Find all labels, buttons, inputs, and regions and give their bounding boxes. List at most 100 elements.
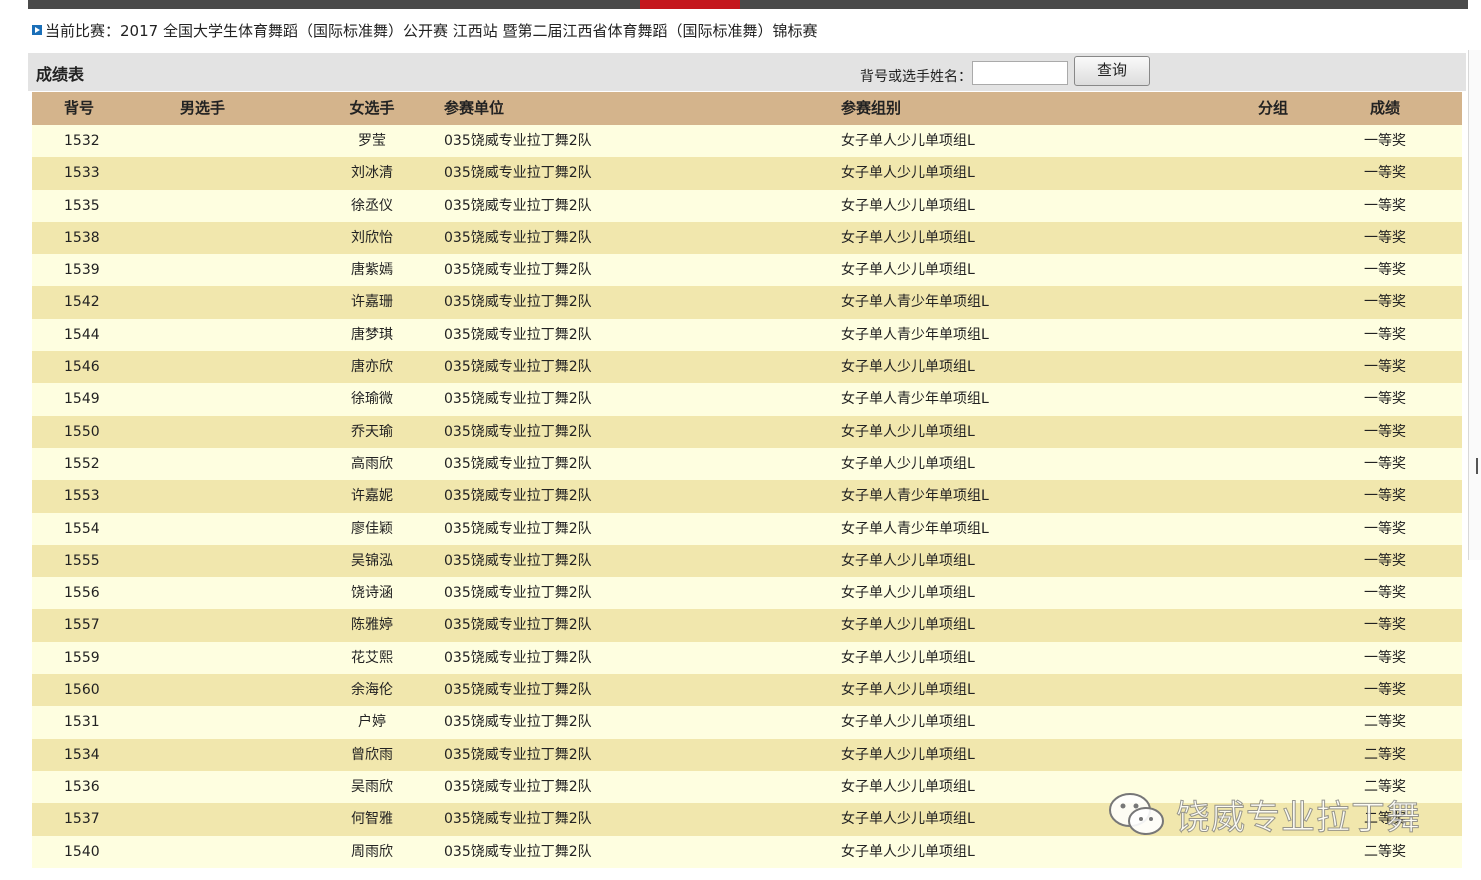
cell-unit: 035饶威专业拉丁舞2队 xyxy=(444,455,592,472)
table-row: 1550 乔天瑜 035饶威专业拉丁舞2队 女子单人少儿单项组L 一等奖 xyxy=(32,415,1462,448)
table-row: 1560 余海伦 035饶威专业拉丁舞2队 女子单人少儿单项组L 一等奖 xyxy=(32,674,1462,707)
cell-female: 饶诗涵 xyxy=(351,585,393,602)
cell-result: 二等奖 xyxy=(1364,714,1406,731)
cell-female: 户婷 xyxy=(358,714,386,731)
cell-male xyxy=(180,706,300,738)
cell-male xyxy=(180,157,300,189)
cell-unit: 035饶威专业拉丁舞2队 xyxy=(444,714,592,731)
table-row: 1552 高雨欣 035饶威专业拉丁舞2队 女子单人少儿单项组L 一等奖 xyxy=(32,447,1462,481)
cell-group: 女子单人少儿单项组L xyxy=(841,778,975,795)
table-row: 1532 罗莹 035饶威专业拉丁舞2队 女子单人少儿单项组L 一等奖 xyxy=(32,125,1462,158)
results-table: 背号 男选手 女选手 参赛单位 参赛组别 分组 成绩 1532 罗莹 035饶威专业… xyxy=(32,92,1462,868)
cell-female: 曾欣雨 xyxy=(351,746,393,763)
cell-female: 罗莹 xyxy=(358,133,386,149)
table-row: 1534 曾欣雨 035饶威专业拉丁舞2队 女子单人少儿单项组L 二等奖 xyxy=(32,738,1462,771)
table-row: 1542 许嘉珊 035饶威专业拉丁舞2队 女子单人青少年单项组L 一等奖 xyxy=(32,286,1462,319)
cell-bib: 1539 xyxy=(64,262,100,279)
cell-unit: 035饶威专业拉丁舞2队 xyxy=(444,843,592,860)
cell-female: 唐梦琪 xyxy=(351,326,393,343)
cell-bib: 1556 xyxy=(64,585,100,602)
cell-bib: 1535 xyxy=(64,197,100,214)
search-input[interactable] xyxy=(972,61,1068,85)
column-header-group: 参赛组别 xyxy=(841,99,902,117)
cell-result: 一等奖 xyxy=(1364,585,1406,602)
cell-result: 二等奖 xyxy=(1364,843,1406,860)
cell-bib: 1544 xyxy=(64,326,100,343)
cell-female: 何智雅 xyxy=(351,811,393,828)
arrow-bullet-icon xyxy=(32,24,42,35)
cell-result: 一等奖 xyxy=(1364,455,1406,472)
current-match-text: 当前比赛：2017 全国大学生体育舞蹈（国际标准舞）公开赛 江西站 暨第二届江西… xyxy=(45,22,818,40)
cell-bib: 1557 xyxy=(64,617,100,634)
cell-male xyxy=(180,642,300,674)
watermark-text: 饶威专业拉丁舞 xyxy=(1176,798,1421,839)
vertical-scrollbar[interactable] xyxy=(1468,50,1481,560)
table-row: 1554 廖佳颖 035饶威专业拉丁舞2队 女子单人青少年单项组L 一等奖 xyxy=(32,512,1462,545)
cell-bib: 1554 xyxy=(64,520,100,537)
cell-group: 女子单人少儿单项组L xyxy=(841,455,975,472)
cell-result: 一等奖 xyxy=(1364,262,1406,279)
cell-female: 高雨欣 xyxy=(351,455,393,472)
cell-female: 徐瑜微 xyxy=(351,391,393,408)
cell-result: 一等奖 xyxy=(1364,520,1406,537)
scrollbar-thumb[interactable] xyxy=(1476,458,1478,474)
cell-unit: 035饶威专业拉丁舞2队 xyxy=(444,617,592,634)
column-header-unit: 参赛单位 xyxy=(444,99,505,117)
cell-female: 花艾熙 xyxy=(351,649,393,666)
results-toolbar: 成绩表 背号或选手姓名： 查询 xyxy=(28,53,1466,91)
cell-unit: 035饶威专业拉丁舞2队 xyxy=(444,423,592,440)
table-row: 1544 唐梦琪 035饶威专业拉丁舞2队 女子单人青少年单项组L 一等奖 xyxy=(32,318,1462,352)
results-title: 成绩表 xyxy=(36,65,85,84)
top-nav-active-tab[interactable] xyxy=(640,0,740,9)
cell-result: 一等奖 xyxy=(1364,488,1406,505)
table-row: 1549 徐瑜微 035饶威专业拉丁舞2队 女子单人青少年单项组L 一等奖 xyxy=(32,383,1462,416)
cell-result: 一等奖 xyxy=(1364,552,1406,569)
cell-group: 女子单人少儿单项组L xyxy=(841,133,975,149)
table-row: 1546 唐亦欣 035饶威专业拉丁舞2队 女子单人少儿单项组L 一等奖 xyxy=(32,351,1462,384)
cell-group: 女子单人少儿单项组L xyxy=(841,229,975,246)
cell-bib: 1559 xyxy=(64,649,100,666)
cell-unit: 035饶威专业拉丁舞2队 xyxy=(444,649,592,666)
cell-group: 女子单人青少年单项组L xyxy=(841,520,989,537)
cell-group: 女子单人少儿单项组L xyxy=(841,552,975,569)
cell-result: 一等奖 xyxy=(1364,326,1406,343)
cell-unit: 035饶威专业拉丁舞2队 xyxy=(444,359,592,376)
cell-group: 女子单人青少年单项组L xyxy=(841,488,989,505)
top-nav-bar xyxy=(28,0,1468,9)
table-row: 1533 刘冰清 035饶威专业拉丁舞2队 女子单人少儿单项组L 一等奖 xyxy=(32,157,1462,190)
cell-male xyxy=(180,609,300,641)
cell-bib: 1542 xyxy=(64,294,100,311)
cell-group: 女子单人少儿单项组L xyxy=(841,165,975,182)
cell-result: 一等奖 xyxy=(1364,423,1406,440)
table-row: 1559 花艾熙 035饶威专业拉丁舞2队 女子单人少儿单项组L 一等奖 xyxy=(32,641,1462,675)
cell-unit: 035饶威专业拉丁舞2队 xyxy=(444,262,592,279)
column-header-female: 女选手 xyxy=(349,99,395,117)
cell-result: 一等奖 xyxy=(1364,294,1406,311)
cell-result: 一等奖 xyxy=(1364,391,1406,408)
cell-male xyxy=(180,771,300,803)
search-button[interactable]: 查询 xyxy=(1074,56,1150,86)
cell-group: 女子单人少儿单项组L xyxy=(841,359,975,376)
cell-unit: 035饶威专业拉丁舞2队 xyxy=(444,197,592,214)
cell-group: 女子单人少儿单项组L xyxy=(841,714,975,731)
cell-unit: 035饶威专业拉丁舞2队 xyxy=(444,520,592,537)
cell-female: 刘冰清 xyxy=(351,165,393,182)
cell-group: 女子单人少儿单项组L xyxy=(841,585,975,602)
table-row: 1539 唐紫嫣 035饶威专业拉丁舞2队 女子单人少儿单项组L 一等奖 xyxy=(32,254,1462,287)
table-row: 1557 陈雅婷 035饶威专业拉丁舞2队 女子单人少儿单项组L 一等奖 xyxy=(32,609,1462,642)
cell-bib: 1533 xyxy=(64,165,100,182)
cell-bib: 1531 xyxy=(64,714,100,731)
column-header-subgroup: 分组 xyxy=(1258,99,1289,117)
table-row: 1535 徐丞仪 035饶威专业拉丁舞2队 女子单人少儿单项组L 一等奖 xyxy=(32,189,1462,222)
cell-female: 刘欣怡 xyxy=(351,229,393,246)
cell-male xyxy=(180,416,300,448)
cell-male xyxy=(180,190,300,222)
cell-bib: 1552 xyxy=(64,455,100,472)
cell-group: 女子单人少儿单项组L xyxy=(841,843,975,860)
cell-female: 吴锦泓 xyxy=(351,552,393,569)
cell-male xyxy=(180,513,300,545)
column-header-male: 男选手 xyxy=(180,99,226,117)
cell-male xyxy=(180,448,300,480)
cell-male xyxy=(180,383,300,415)
cell-female: 廖佳颖 xyxy=(351,520,393,537)
